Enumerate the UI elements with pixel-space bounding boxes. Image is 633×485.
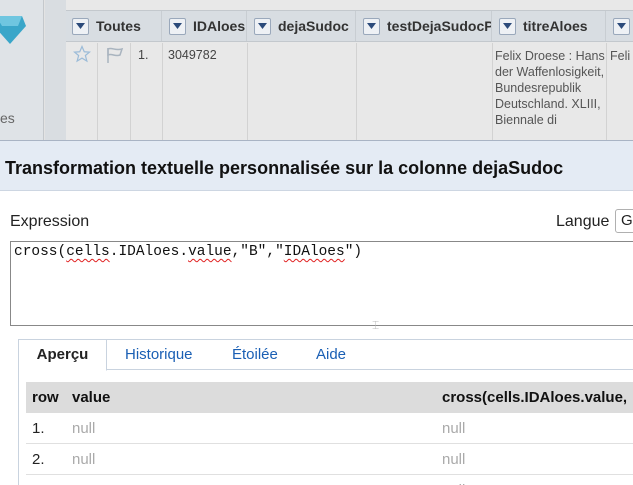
- cell-next-column[interactable]: Feli der Bun Deu: [610, 48, 633, 64]
- text-cursor-icon: ⌶: [372, 318, 380, 332]
- table-row: 3. 304978479 null: [26, 475, 633, 485]
- expression-label: Expression: [10, 213, 90, 230]
- expression-textarea[interactable]: cross(cells.IDAloes.value,"B","IDAloes"): [10, 241, 633, 326]
- preview-header-row: row: [32, 389, 59, 406]
- column-label: testDejaSudocPl: [387, 18, 492, 34]
- left-panel-text: es: [0, 110, 15, 126]
- preview-header: row value cross(cells.IDAloes.value,: [26, 382, 633, 413]
- dialog-title: Transformation textuelle personnalisée s…: [5, 158, 564, 178]
- tab-apercu[interactable]: Aperçu: [19, 340, 107, 371]
- tabs-panel: Aperçu Historique Étoilée Aide row value…: [18, 339, 633, 485]
- column-label: titreAloes: [523, 18, 588, 34]
- column-menu-dropdown-icon[interactable]: [363, 17, 380, 35]
- column-header-titrealoes[interactable]: titreAloes: [493, 11, 606, 41]
- background-grid: es Toutes IDAloes dejaSudoc testDejaSudo…: [0, 0, 633, 140]
- table-row: 1. null null: [26, 413, 633, 444]
- expression-text[interactable]: cross(cells.IDAloes.value,"B","IDAloes"): [14, 244, 362, 260]
- left-panel: es: [0, 0, 44, 140]
- column-menu-dropdown-icon[interactable]: [169, 17, 186, 35]
- column-header-idaloes[interactable]: IDAloes: [163, 11, 247, 41]
- preview-header-value: value: [72, 389, 111, 406]
- column-label: Toutes: [96, 18, 141, 34]
- tab-aide[interactable]: Aide: [308, 340, 354, 370]
- preview-header-result: cross(cells.IDAloes.value,: [442, 389, 628, 406]
- column-menu-dropdown-icon[interactable]: [613, 17, 630, 35]
- column-label: IDAloes: [193, 18, 246, 34]
- table-row: 1. 3049782 Felix Droese : Hans der Waffe…: [66, 43, 633, 140]
- flag-icon[interactable]: [105, 46, 125, 64]
- column-header-testdejasudoc[interactable]: testDejaSudocPl: [357, 11, 492, 41]
- dialog-header: Transformation textuelle personnalisée s…: [0, 141, 633, 191]
- openrefine-logo-icon: [0, 16, 26, 44]
- column-menu-dropdown-icon[interactable]: [254, 17, 271, 35]
- column-header-toutes[interactable]: Toutes: [66, 11, 162, 41]
- column-header-next[interactable]: [607, 11, 633, 41]
- tab-etoilee[interactable]: Étoilée: [224, 340, 286, 370]
- cell-titrealoes[interactable]: Felix Droese : Hans der Waffenlosigkeit,…: [495, 48, 605, 128]
- language-label: Langue: [556, 213, 610, 230]
- data-grid: Toutes IDAloes dejaSudoc testDejaSudocPl…: [66, 0, 633, 140]
- column-menu-dropdown-icon[interactable]: [499, 17, 516, 35]
- custom-text-transform-dialog: Transformation textuelle personnalisée s…: [0, 140, 633, 485]
- cell-idaloes[interactable]: 3049782: [168, 48, 217, 62]
- language-select[interactable]: G: [615, 209, 633, 233]
- column-label: dejaSudoc: [278, 18, 349, 34]
- grid-header: Toutes IDAloes dejaSudoc testDejaSudocPl…: [66, 10, 633, 42]
- column-menu-dropdown-icon[interactable]: [72, 17, 89, 35]
- table-row: 2. null null: [26, 444, 633, 475]
- grid-gap: [45, 0, 66, 140]
- tab-historique[interactable]: Historique: [117, 340, 201, 370]
- star-icon[interactable]: [73, 45, 91, 63]
- row-index: 1.: [138, 48, 149, 62]
- column-header-dejasudoc[interactable]: dejaSudoc: [248, 11, 356, 41]
- tabs-strip: Aperçu Historique Étoilée Aide: [19, 340, 633, 371]
